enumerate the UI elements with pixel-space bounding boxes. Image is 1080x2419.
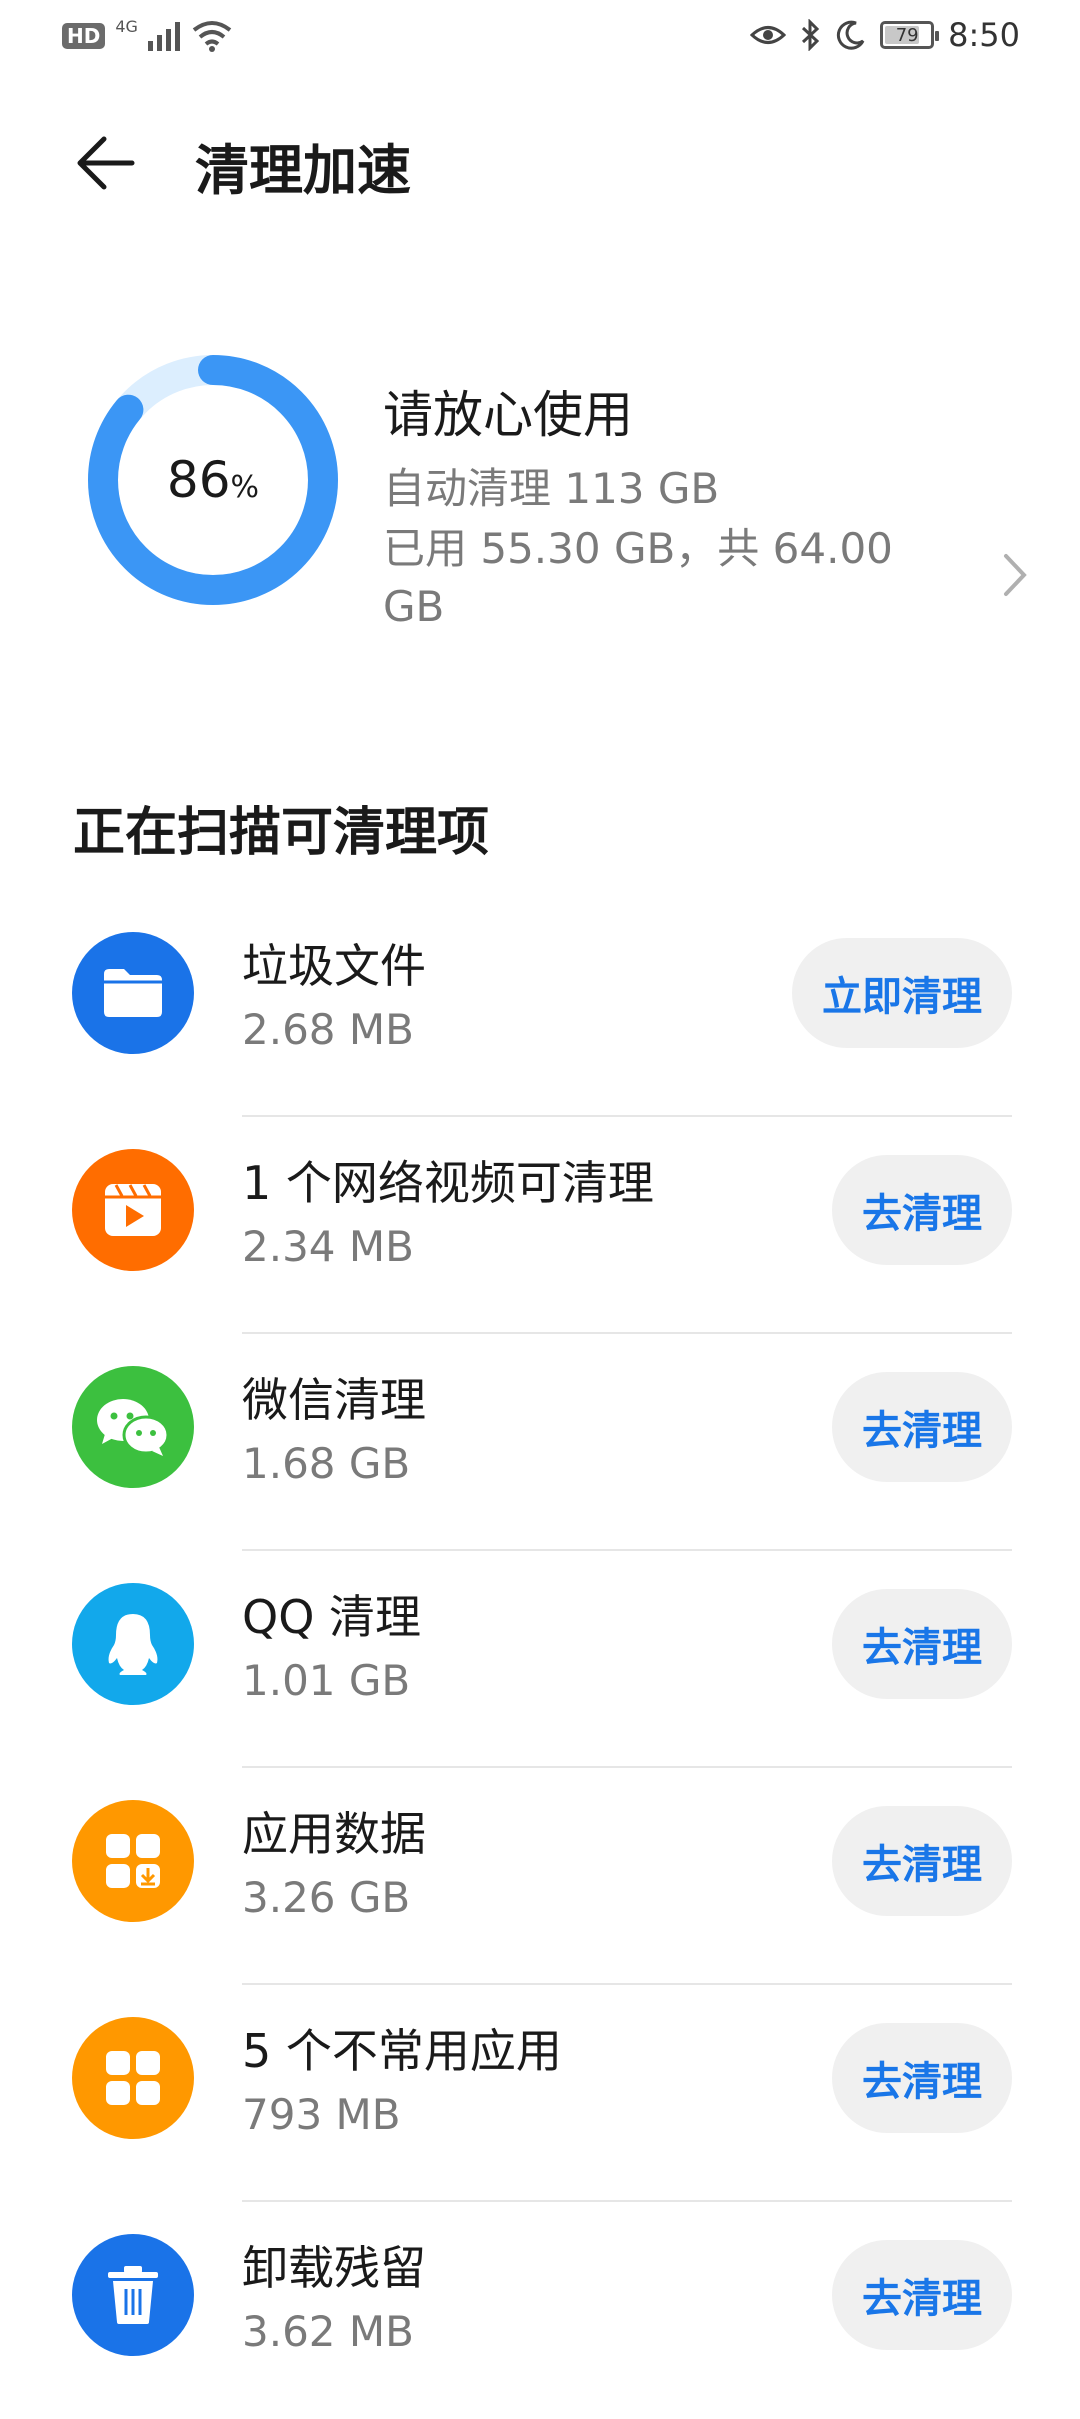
list-item[interactable]: 5 个不常用应用 793 MB 去清理 — [0, 1985, 1080, 2202]
go-clean-button[interactable]: 去清理 — [832, 1806, 1012, 1916]
item-title: 卸载残留 — [242, 2241, 426, 2295]
list-item[interactable]: 1 个网络视频可清理 2.34 MB 去清理 — [0, 1117, 1080, 1334]
go-clean-button[interactable]: 去清理 — [832, 1372, 1012, 1482]
apps-icon — [72, 2017, 194, 2139]
go-clean-button[interactable]: 去清理 — [832, 2240, 1012, 2350]
battery-level: 79 — [895, 24, 919, 46]
percent-sign: % — [230, 469, 260, 505]
status-left: HD 4G — [62, 16, 232, 52]
moon-icon — [837, 20, 865, 50]
signal-icon — [147, 22, 180, 51]
wifi-icon — [192, 21, 232, 52]
list-item[interactable]: 卸载残留 3.62 MB 去清理 — [0, 2202, 1080, 2419]
section-title: 正在扫描可清理项 — [73, 803, 490, 863]
go-clean-button[interactable]: 去清理 — [832, 1589, 1012, 1699]
item-title: 应用数据 — [242, 1807, 426, 1861]
trash-icon — [72, 2234, 194, 2356]
item-size: 3.26 GB — [242, 1873, 411, 1922]
summary-title: 请放心使用 — [383, 386, 633, 444]
item-title: 1 个网络视频可清理 — [242, 1156, 654, 1210]
network-label: 4G — [115, 16, 138, 36]
list-item[interactable]: 应用数据 3.26 GB 去清理 — [0, 1768, 1080, 1985]
ring-label: 86 % — [88, 355, 338, 605]
bluetooth-icon — [802, 19, 820, 51]
item-title: 5 个不常用应用 — [242, 2024, 562, 2078]
storage-usage-text: 已用 55.30 GB，共 64.00 GB — [383, 524, 893, 631]
app-header: 清理加速 — [0, 110, 1080, 210]
go-clean-button[interactable]: 去清理 — [832, 1155, 1012, 1265]
clock: 8:50 — [948, 16, 1020, 54]
item-size: 3.62 MB — [242, 2307, 414, 2356]
video-icon — [72, 1149, 194, 1271]
back-arrow-icon[interactable] — [70, 128, 140, 198]
storage-summary[interactable]: 86 % 请放心使用 自动清理 113 GB 已用 55.30 GB，共 64.… — [0, 355, 1080, 655]
cleanable-items-list: 垃圾文件 2.68 MB 立即清理 1 个网络视频可清理 2.34 MB 去清理 — [0, 900, 1080, 2419]
eye-icon — [750, 26, 787, 44]
item-size: 793 MB — [242, 2090, 401, 2139]
item-title: 微信清理 — [242, 1373, 426, 1427]
chevron-right-icon[interactable] — [1000, 550, 1030, 600]
list-item[interactable]: QQ 清理 1.01 GB 去清理 — [0, 1551, 1080, 1768]
list-item[interactable]: 垃圾文件 2.68 MB 立即清理 — [0, 900, 1080, 1117]
item-title: QQ 清理 — [242, 1590, 422, 1644]
item-size: 1.68 GB — [242, 1439, 411, 1488]
app-data-icon — [72, 1800, 194, 1922]
folder-icon — [72, 932, 194, 1054]
auto-clean-text: 自动清理 113 GB — [383, 464, 720, 513]
clean-now-button[interactable]: 立即清理 — [792, 938, 1012, 1048]
status-bar: HD 4G 79 8:50 — [0, 0, 1080, 72]
item-size: 2.34 MB — [242, 1222, 414, 1271]
battery-indicator: 79 — [880, 21, 940, 49]
usage-percent: 86 — [166, 451, 231, 509]
item-title: 垃圾文件 — [242, 939, 426, 993]
page-title: 清理加速 — [195, 139, 411, 202]
qq-icon — [72, 1583, 194, 1705]
wechat-icon — [72, 1366, 194, 1488]
item-size: 2.68 MB — [242, 1005, 414, 1054]
go-clean-button[interactable]: 去清理 — [832, 2023, 1012, 2133]
status-right: 79 8:50 — [750, 16, 1020, 54]
item-size: 1.01 GB — [242, 1656, 411, 1705]
hd-badge: HD — [62, 23, 106, 49]
list-item[interactable]: 微信清理 1.68 GB 去清理 — [0, 1334, 1080, 1551]
